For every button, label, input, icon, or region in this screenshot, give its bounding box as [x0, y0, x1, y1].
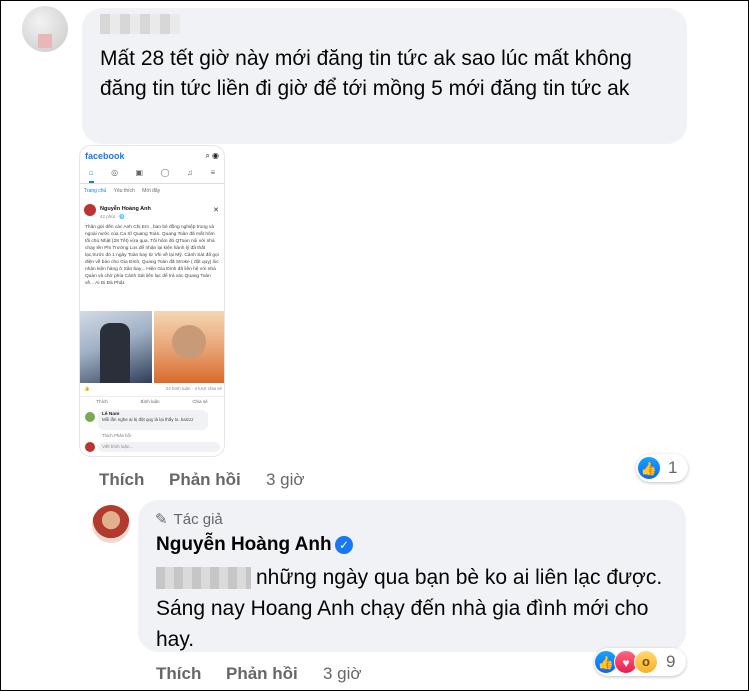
- facebook-logo: facebook: [85, 151, 125, 161]
- like-button[interactable]: Thích: [99, 470, 144, 490]
- writer-avatar: [85, 442, 95, 452]
- comment-text: Mất 28 tết giờ này mới đăng tin tức ak s…: [100, 47, 632, 100]
- post-commenter-avatar: [85, 412, 95, 422]
- fb-nav-row: ⌂ ◎ ▣ ◯ ♫ ≡: [80, 168, 224, 184]
- menu-icon: ≡: [210, 168, 216, 177]
- post-photo-right: [154, 311, 224, 383]
- reaction-count: 1: [668, 458, 678, 477]
- post-comment-bubble: Lê Nam Mỗi lần nghe ai bị đột quỵ là lại…: [98, 410, 208, 430]
- post-counts: 👍 24 bình luận · 4 lượt chia sẻ: [84, 386, 222, 392]
- wow-icon: o: [634, 650, 658, 674]
- post-photo-left: [80, 311, 152, 383]
- reply-reactions-summary[interactable]: 👍 ♥ o 9: [594, 648, 686, 676]
- reaction-mini-icon: 👍: [84, 386, 90, 391]
- post-avatar: [84, 204, 96, 216]
- watch-icon: ▣: [135, 168, 144, 177]
- thumbs-up-icon: 👍: [637, 456, 661, 480]
- home-icon: ⌂: [88, 168, 94, 183]
- tab-recent: Mới đây: [142, 188, 161, 194]
- comment-image-attachment[interactable]: facebook ⌕ ◉ ⌂ ◎ ▣ ◯ ♫ ≡ Trang chủ Yêu t…: [79, 145, 225, 457]
- reply-timestamp[interactable]: 3 giờ: [323, 664, 362, 684]
- reply-reply-button[interactable]: Phản hồi: [226, 664, 298, 684]
- commenter-name-blurred[interactable]: [100, 14, 180, 34]
- reply-avatar[interactable]: [92, 505, 130, 543]
- reply-reaction-count: 9: [666, 652, 676, 671]
- reactions-summary[interactable]: 👍 1: [636, 454, 688, 482]
- post-body: Thân gửi đến các Anh Chị Em , ban bè đồn…: [85, 225, 219, 286]
- close-icon: ✕: [213, 207, 219, 214]
- profile-icon: ◯: [160, 168, 170, 177]
- tab-favorites: Yêu thích: [113, 188, 135, 194]
- groups-icon: ◎: [111, 168, 119, 177]
- post-comment-text: Mỗi lần nghe ai bị đột quỵ là lại thấy l…: [102, 417, 194, 422]
- post-like: Thích: [96, 399, 108, 404]
- reply-author-name[interactable]: Nguyễn Hoàng Anh: [156, 534, 332, 556]
- reply-like-button[interactable]: Thích: [156, 664, 201, 684]
- post-comment-share-count: 24 bình luận · 4 lượt chia sẻ: [165, 386, 222, 391]
- post-comment: Bình luận: [140, 399, 160, 404]
- verified-check-icon: ✓: [335, 536, 353, 554]
- fb-subtabs: Trang chủ Yêu thích Mới đây: [84, 188, 166, 194]
- write-comment-field: Viết bình luận...: [98, 442, 220, 452]
- post-author: Nguyễn Hoàng Anh: [100, 206, 151, 212]
- author-badge-label: Tác giả: [173, 511, 223, 528]
- tab-home: Trang chủ: [84, 188, 107, 194]
- commenter-avatar-blurred[interactable]: [22, 6, 68, 52]
- comment-timestamp[interactable]: 3 giờ: [266, 470, 305, 490]
- reply-text: những ngày qua bạn bè ko ai liên lạc đượ…: [156, 566, 663, 651]
- post-time: 42 phút · 🌐: [100, 214, 125, 219]
- bell-icon: ♫: [187, 168, 194, 177]
- pencil-icon: ✎: [155, 511, 168, 528]
- post-comment-meta: Thích Phản hồi: [102, 433, 131, 438]
- fb-topbar: facebook ⌕ ◉: [80, 146, 224, 166]
- reply-button[interactable]: Phản hồi: [169, 470, 241, 490]
- author-badge: ✎ Tác giả: [155, 510, 223, 528]
- post-actions: Thích Bình luận Chia sẻ: [80, 396, 224, 406]
- post-share: Chia sẻ: [192, 399, 208, 404]
- search-messenger-icons: ⌕ ◉: [205, 151, 219, 160]
